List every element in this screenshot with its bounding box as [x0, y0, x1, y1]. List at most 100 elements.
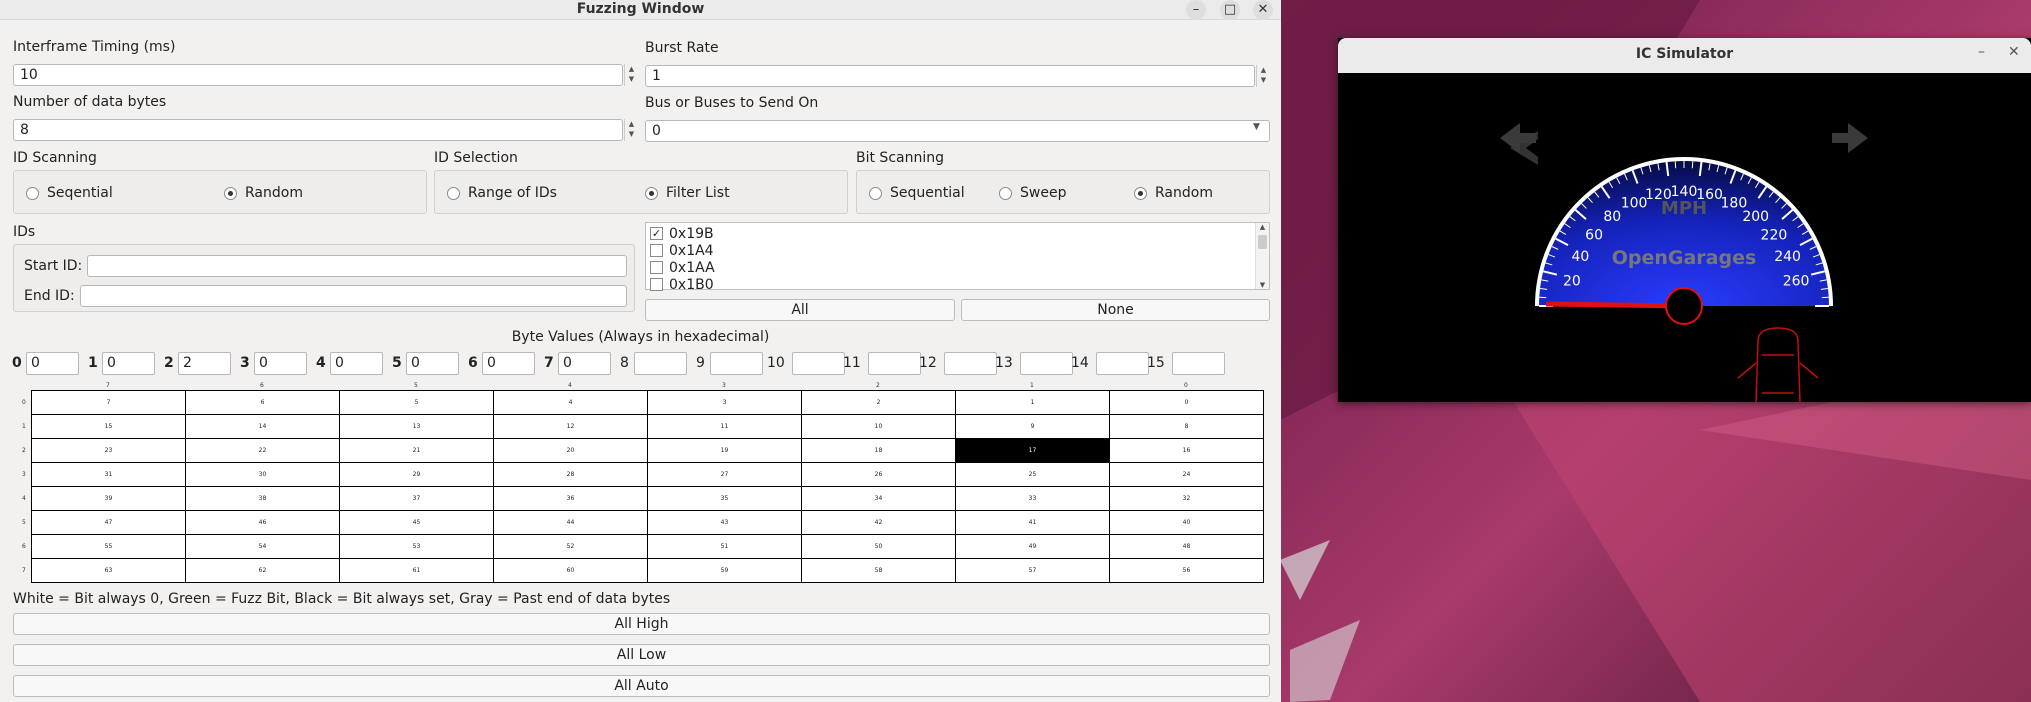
bit-cell[interactable]: 8 [1109, 414, 1264, 439]
all-high-button[interactable]: All High [13, 613, 1270, 635]
bit-cell[interactable]: 60 [493, 558, 648, 583]
byte-value-input[interactable] [710, 352, 763, 375]
bit-grid[interactable]: 7 6 5 4 3 2 1 0 15 14 13 12 11 10 9 8 23 22 21 20 19 18 17 16 31… [31, 390, 1264, 583]
bit-cell[interactable]: 26 [801, 462, 956, 487]
none-button[interactable]: None [961, 299, 1270, 321]
bit-cell[interactable]: 63 [31, 558, 186, 583]
bit-cell[interactable]: 9 [955, 414, 1110, 439]
list-item[interactable]: 0x1A4 [650, 242, 714, 259]
scroll-up-icon[interactable]: ▲ [1256, 223, 1269, 231]
bit-cell[interactable]: 55 [31, 534, 186, 559]
bit-cell[interactable]: 4 [493, 390, 648, 415]
bit-cell[interactable]: 43 [647, 510, 802, 535]
bit-cell[interactable]: 21 [339, 438, 494, 463]
bit-cell[interactable]: 17 [955, 438, 1110, 463]
bit-cell[interactable]: 38 [185, 486, 340, 511]
byte-value-input[interactable]: 0 [558, 352, 611, 375]
bit-cell[interactable]: 57 [955, 558, 1110, 583]
byte-value-input[interactable] [1096, 352, 1149, 375]
bit-cell[interactable]: 1 [955, 390, 1110, 415]
start-id-input[interactable] [87, 255, 627, 277]
bit-cell[interactable]: 39 [31, 486, 186, 511]
bit-cell[interactable]: 6 [185, 390, 340, 415]
bit-cell[interactable]: 52 [493, 534, 648, 559]
close-button[interactable]: ✕ [1253, 0, 1273, 20]
bit-cell[interactable]: 31 [31, 462, 186, 487]
all-auto-button[interactable]: All Auto [13, 675, 1270, 697]
interframe-spinner[interactable]: ▲ ▼ [624, 64, 638, 86]
byte-value-input[interactable]: 0 [482, 352, 535, 375]
minimize-button[interactable]: – [1186, 0, 1206, 20]
id-filter-list[interactable]: ✓ 0x19B 0x1A4 0x1AA 0x1B0 ▲ ▼ [645, 222, 1270, 293]
bit-cell[interactable]: 49 [955, 534, 1110, 559]
bit-cell[interactable]: 20 [493, 438, 648, 463]
radio-range-of-ids[interactable]: Range of IDs [447, 185, 557, 201]
bit-cell[interactable]: 5 [339, 390, 494, 415]
bit-cell[interactable]: 3 [647, 390, 802, 415]
byte-value-input[interactable]: 2 [178, 352, 231, 375]
all-low-button[interactable]: All Low [13, 644, 1270, 666]
bus-select[interactable]: 0 [645, 120, 1270, 142]
bit-cell[interactable]: 58 [801, 558, 956, 583]
bit-cell[interactable]: 41 [955, 510, 1110, 535]
bit-cell[interactable]: 25 [955, 462, 1110, 487]
all-button[interactable]: All [645, 299, 955, 321]
byte-value-input[interactable]: 0 [406, 352, 459, 375]
byte-value-input[interactable] [1020, 352, 1073, 375]
radio-seqential[interactable]: Seqential [26, 185, 113, 201]
bit-cell[interactable]: 18 [801, 438, 956, 463]
databytes-spinner[interactable]: ▲ ▼ [624, 119, 638, 141]
scroll-thumb[interactable] [1258, 235, 1267, 249]
bit-cell[interactable]: 30 [185, 462, 340, 487]
byte-value-input[interactable]: 0 [102, 352, 155, 375]
bit-cell[interactable]: 28 [493, 462, 648, 487]
checkbox-0x1AA[interactable] [650, 261, 663, 274]
ic-minimize-button[interactable]: – [1978, 44, 1985, 60]
bit-cell[interactable]: 37 [339, 486, 494, 511]
bit-cell[interactable]: 32 [1109, 486, 1264, 511]
bit-cell[interactable]: 59 [647, 558, 802, 583]
titlebar[interactable]: Fuzzing Window – □ ✕ [0, 0, 1281, 20]
bit-cell[interactable]: 27 [647, 462, 802, 487]
databytes-input[interactable]: 8 [13, 119, 623, 141]
bit-cell[interactable]: 14 [185, 414, 340, 439]
bit-cell[interactable]: 54 [185, 534, 340, 559]
interframe-input[interactable]: 10 [13, 64, 623, 86]
bit-cell[interactable]: 35 [647, 486, 802, 511]
bit-cell[interactable]: 56 [1109, 558, 1264, 583]
list-scrollbar[interactable]: ▲ ▼ [1255, 223, 1269, 289]
ic-titlebar[interactable]: IC Simulator – ✕ [1338, 38, 2031, 73]
checkbox-0x1B0[interactable] [650, 278, 663, 291]
bit-cell[interactable]: 34 [801, 486, 956, 511]
bit-cell[interactable]: 48 [1109, 534, 1264, 559]
radio-random-bit[interactable]: Random [1134, 185, 1213, 201]
list-item[interactable]: 0x1AA [650, 259, 715, 276]
ic-close-button[interactable]: ✕ [2008, 44, 2020, 60]
byte-value-input[interactable] [792, 352, 845, 375]
bit-cell[interactable]: 11 [647, 414, 802, 439]
bit-cell[interactable]: 51 [647, 534, 802, 559]
bit-cell[interactable]: 53 [339, 534, 494, 559]
bit-cell[interactable]: 2 [801, 390, 956, 415]
bit-cell[interactable]: 23 [31, 438, 186, 463]
bit-cell[interactable]: 16 [1109, 438, 1264, 463]
bit-cell[interactable]: 62 [185, 558, 340, 583]
byte-value-input[interactable]: 0 [330, 352, 383, 375]
byte-value-input[interactable] [868, 352, 921, 375]
radio-random-id[interactable]: Random [224, 185, 303, 201]
bit-cell[interactable]: 10 [801, 414, 956, 439]
bit-cell[interactable]: 44 [493, 510, 648, 535]
scroll-down-icon[interactable]: ▼ [1256, 281, 1269, 289]
bit-cell[interactable]: 29 [339, 462, 494, 487]
burst-spinner[interactable]: ▲ ▼ [1256, 65, 1270, 87]
radio-sweep[interactable]: Sweep [999, 185, 1066, 201]
end-id-input[interactable] [80, 285, 627, 307]
byte-value-input[interactable] [634, 352, 687, 375]
bit-cell[interactable]: 40 [1109, 510, 1264, 535]
chevron-down-icon[interactable]: ▼ [1253, 122, 1260, 132]
checkbox-0x1A4[interactable] [650, 244, 663, 257]
byte-value-input[interactable] [944, 352, 997, 375]
bit-cell[interactable]: 42 [801, 510, 956, 535]
byte-value-input[interactable]: 0 [254, 352, 307, 375]
list-item[interactable]: 0x1B0 [650, 276, 714, 293]
